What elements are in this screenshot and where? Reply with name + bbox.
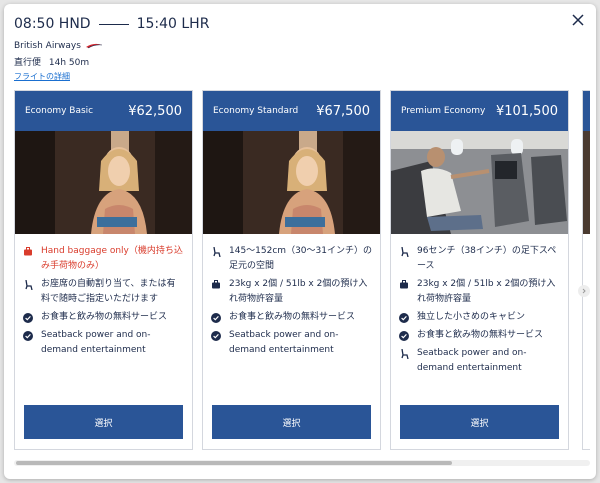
fare-name: Economy Basic	[25, 106, 94, 116]
airline-logo-icon	[85, 43, 102, 49]
fare-features: Hand baggage only（機内持ち込み手荷物のみ） お座席の自動割り当…	[15, 234, 192, 358]
fare-card-premium-economy: Premium Economy ¥101,500 96センチ（38インチ）の足下…	[390, 90, 569, 450]
fare-features: 145～152cm（30～31インチ）の足元の空間 23kg x 2個 / 51…	[203, 234, 380, 358]
check-circle-icon	[23, 328, 33, 343]
feature-item: 独立した小さめのキャビン	[399, 310, 560, 325]
flight-summary: 直行便 14h 50m	[14, 55, 89, 68]
feature-item: お食事と飲み物の無料サービス	[211, 310, 372, 325]
check-circle-icon	[399, 310, 409, 325]
select-button[interactable]: 選択	[400, 405, 559, 439]
select-button[interactable]: 選択	[24, 405, 183, 439]
cabin-photo	[15, 131, 192, 234]
departure-time: 08:50 HND	[14, 16, 91, 32]
fare-card-header	[583, 91, 590, 131]
feature-item: 145～152cm（30～31インチ）の足元の空間	[211, 244, 372, 274]
seat-icon	[211, 244, 221, 259]
feature-item: お食事と飲み物の無料サービス	[399, 328, 560, 343]
close-icon[interactable]	[570, 12, 586, 28]
fare-cards-carousel[interactable]: Economy Basic ¥62,500 Hand baggage only（…	[14, 90, 590, 450]
fare-card-header: Premium Economy ¥101,500	[391, 91, 568, 131]
fare-price: ¥67,500	[316, 103, 370, 119]
arrival-time: 15:40 LHR	[136, 16, 210, 32]
feature-item: お座席の自動割り当て、または有料で随時ご指定いただけます	[23, 277, 184, 307]
feature-item: お食事と飲み物の無料サービス	[23, 310, 184, 325]
fare-card-next-peek[interactable]	[582, 90, 590, 450]
check-circle-icon	[23, 310, 33, 325]
suitcase-icon	[399, 277, 409, 292]
feature-item: Seatback power and on-demand entertainme…	[23, 328, 184, 358]
route-header: 08:50 HND 15:40 LHR	[14, 14, 209, 34]
fare-features: 96センチ（38インチ）の足下スペース 23kg x 2個 / 51lb x 2…	[391, 234, 568, 376]
feature-item: 23kg x 2個 / 51lb x 2個の預け入れ荷物許容量	[399, 277, 560, 307]
fare-card-economy-basic: Economy Basic ¥62,500 Hand baggage only（…	[14, 90, 193, 450]
seat-icon	[23, 277, 33, 292]
cabin-photo	[391, 131, 568, 234]
suitcase-icon	[211, 277, 221, 292]
feature-item: 96センチ（38インチ）の足下スペース	[399, 244, 560, 274]
scrollbar-thumb[interactable]	[16, 461, 452, 465]
fare-price: ¥101,500	[495, 103, 558, 119]
check-circle-icon	[211, 328, 221, 343]
direct-label: 直行便	[14, 58, 42, 68]
feature-item: Hand baggage only（機内持ち込み手荷物のみ）	[23, 244, 184, 274]
route-line	[98, 23, 129, 25]
airline-name: British Airways	[14, 41, 81, 51]
flight-details-link[interactable]: フライトの詳細	[14, 71, 70, 82]
feature-item: Seatback power and on-demand entertainme…	[399, 346, 560, 376]
check-circle-icon	[399, 328, 409, 343]
flight-duration: 14h 50m	[48, 58, 90, 68]
seat-icon	[399, 244, 409, 259]
seat-icon	[399, 346, 409, 361]
horizontal-scrollbar[interactable]	[14, 460, 590, 466]
fare-card-header: Economy Basic ¥62,500	[15, 91, 192, 131]
check-circle-icon	[211, 310, 221, 325]
cabin-photo	[583, 131, 590, 234]
fare-name: Premium Economy	[401, 106, 486, 116]
chevron-right-icon[interactable]	[578, 285, 590, 297]
fare-price: ¥62,500	[128, 103, 182, 119]
fare-card-economy-standard: Economy Standard ¥67,500 145～152cm（30～31…	[202, 90, 381, 450]
cabin-photo	[203, 131, 380, 234]
suitcase-icon	[23, 244, 33, 259]
feature-item: 23kg x 2個 / 51lb x 2個の預け入れ荷物許容量	[211, 277, 372, 307]
select-button[interactable]: 選択	[212, 405, 371, 439]
airline-row: British Airways	[14, 41, 103, 51]
feature-item: Seatback power and on-demand entertainme…	[211, 328, 372, 358]
fare-name: Economy Standard	[213, 106, 299, 116]
fare-selection-dialog: 08:50 HND 15:40 LHR British Airways 直行便 …	[4, 4, 596, 479]
fare-card-header: Economy Standard ¥67,500	[203, 91, 380, 131]
